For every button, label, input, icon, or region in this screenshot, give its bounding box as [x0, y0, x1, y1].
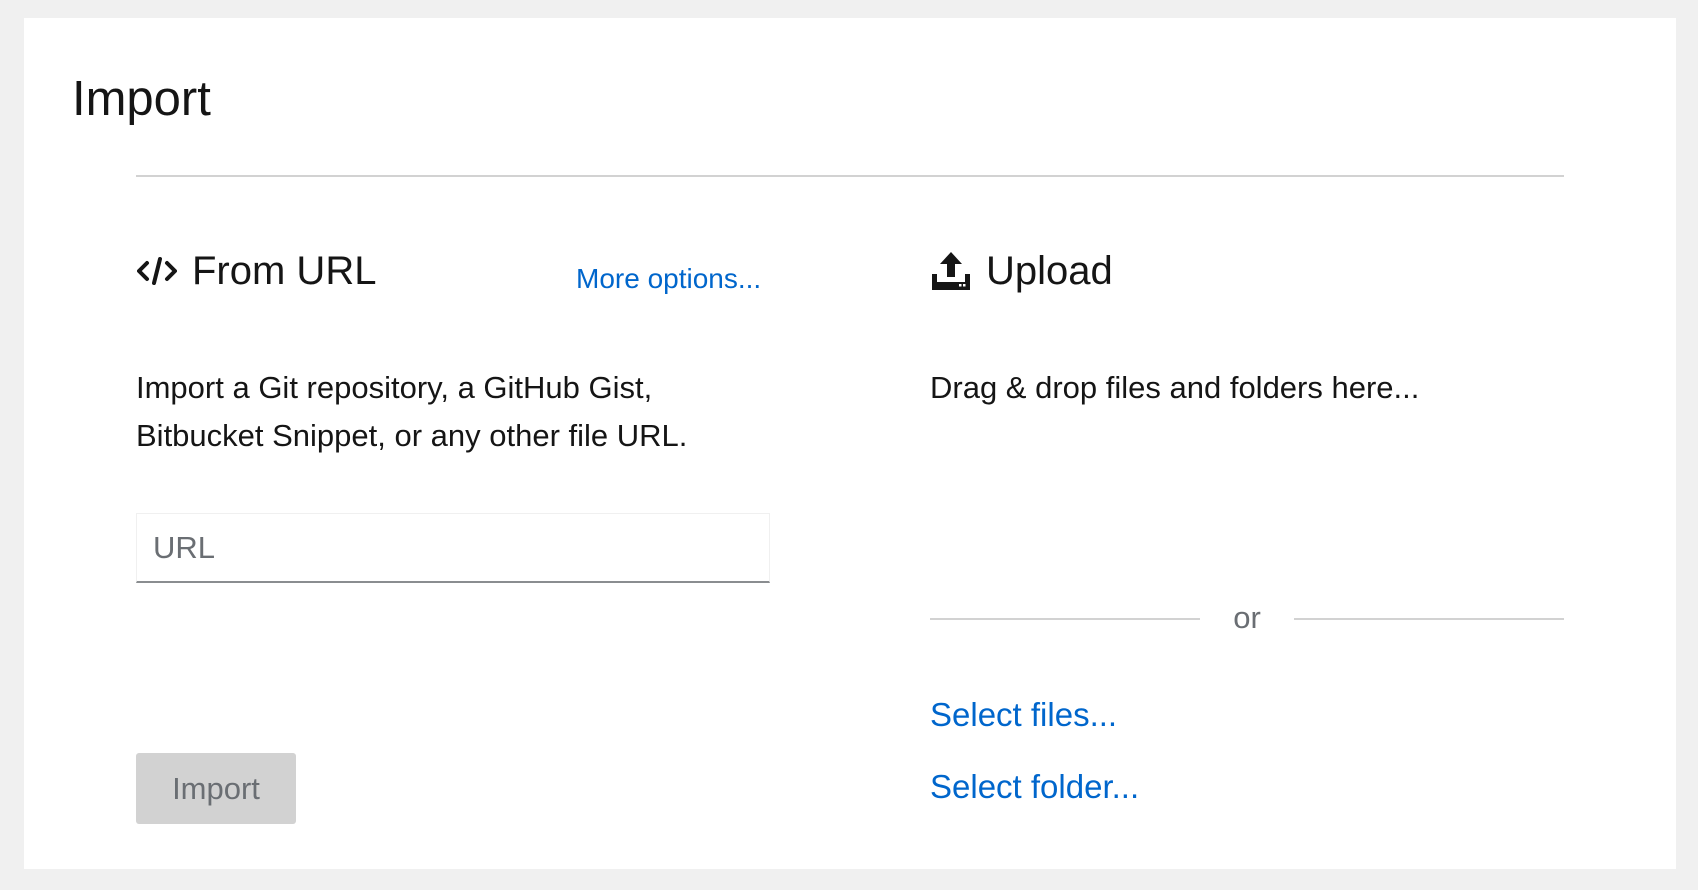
upload-heading: Upload	[930, 248, 1113, 294]
description-line-1: Import a Git repository, a GitHub Gist,	[136, 370, 653, 405]
upload-section: Upload Drag & drop files and folders her…	[930, 248, 1564, 848]
select-files-link[interactable]: Select files...	[930, 696, 1117, 734]
from-url-section: From URL More options... Import a Git re…	[136, 248, 796, 848]
code-icon	[136, 249, 178, 293]
from-url-description: Import a Git repository, a GitHub Gist, …	[136, 364, 776, 460]
or-text: or	[1233, 600, 1261, 635]
import-button[interactable]: Import	[136, 753, 296, 824]
description-line-2: Bitbucket Snippet, or any other file URL…	[136, 418, 688, 453]
from-url-title: From URL	[192, 249, 377, 293]
import-panel: Import From URL More options... Import a…	[24, 18, 1676, 869]
drop-zone-text[interactable]: Drag & drop files and folders here...	[930, 364, 1419, 412]
from-url-heading: From URL	[136, 248, 376, 294]
more-options-link[interactable]: More options...	[576, 263, 761, 295]
upload-icon	[930, 249, 972, 293]
page-title: Import	[72, 72, 211, 126]
url-input[interactable]	[136, 513, 770, 583]
header-divider	[136, 175, 1564, 177]
or-line-right	[1294, 618, 1564, 620]
upload-title: Upload	[986, 249, 1113, 293]
or-line-left	[930, 618, 1200, 620]
or-separator: or	[930, 598, 1564, 638]
select-folder-link[interactable]: Select folder...	[930, 768, 1139, 806]
